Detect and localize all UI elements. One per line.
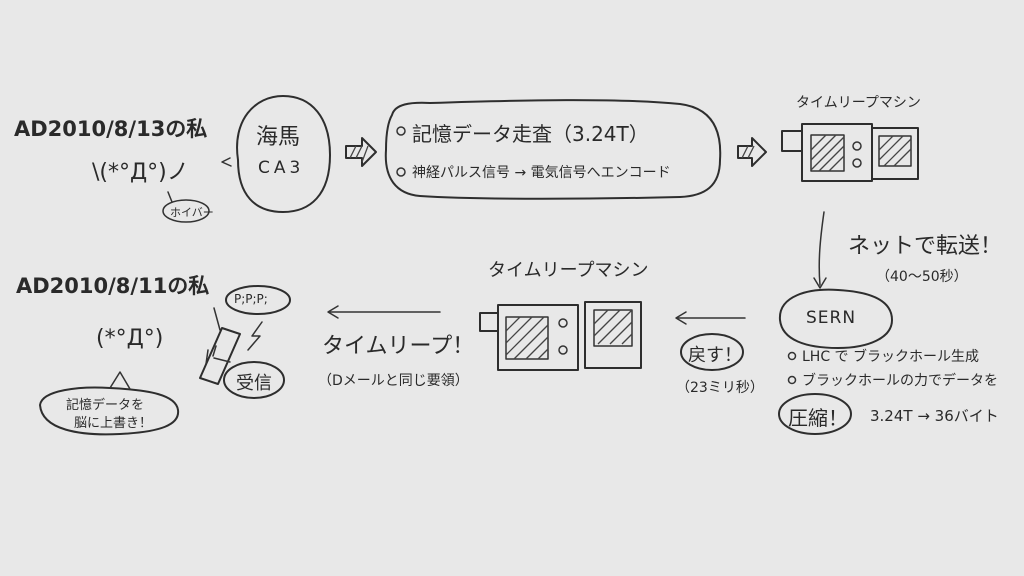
return-label: 戻す！ — [688, 345, 742, 366]
signal-bolt-icon — [247, 321, 263, 351]
bullet-1 — [396, 126, 406, 136]
arrow-left-return — [675, 311, 746, 325]
time-leap-note: （Dメールと同じ要領） — [318, 373, 469, 389]
time-leap-machine-middle — [479, 301, 642, 371]
face-bottom: (*°Д°) — [96, 326, 164, 351]
hippocampus-bubble — [236, 95, 331, 213]
receive-badge: 受信 — [236, 373, 272, 394]
machine-label-middle: タイムリープマシン — [488, 260, 649, 281]
return-time: （23ミリ秒） — [676, 380, 764, 396]
bullet-2 — [396, 167, 406, 177]
hippocampus-label: 海馬 — [256, 125, 301, 150]
sern-note-blackhole: ブラックホールの力でデータを — [802, 373, 998, 389]
process-cloud — [384, 99, 722, 200]
compress-badge: 圧縮！ — [788, 406, 848, 430]
arrow-left-leap — [327, 305, 441, 319]
phone-icon — [199, 307, 241, 385]
arrow-down-transfer — [813, 211, 827, 289]
face-tag: ホイバー — [170, 206, 214, 219]
process-item-scan: 記憶データ走査（3.24T） — [412, 122, 649, 146]
machine-label-top: タイムリープマシン — [796, 95, 921, 111]
sern-label: SERN — [806, 308, 857, 328]
process-item-encode: 神経パルス信号 → 電気信号へエンコード — [412, 165, 671, 181]
overwrite-bubble-tail — [109, 371, 131, 390]
compress-value: 3.24T → 36バイト — [870, 407, 999, 425]
sern-bullet-2 — [787, 375, 797, 385]
date-2010-8-11: AD2010/8/11の私 — [16, 274, 210, 298]
date-2010-8-13: AD2010/8/13の私 — [14, 117, 208, 141]
arrow-right-2 — [737, 137, 767, 167]
overwrite-line-2: 脳に上書き！ — [74, 416, 153, 431]
diagram-canvas: AD2010/8/13の私 \(*°Д°)ノ ホイバー 海馬 CA3 記憶データ… — [0, 0, 1024, 576]
sern-note-lhc: LHC で ブラックホール生成 — [802, 349, 980, 365]
overwrite-line-1: 記憶データを — [66, 398, 145, 413]
transfer-label: ネットで転送！ — [848, 234, 1003, 259]
arrow-right-1 — [345, 137, 377, 167]
time-leap-machine-top — [781, 123, 919, 182]
time-leap-label: タイムリープ！ — [322, 334, 475, 359]
ca3-label: CA3 — [258, 158, 305, 178]
sern-bullet-1 — [787, 351, 797, 361]
face-top: \(*°Д°)ノ — [92, 160, 189, 185]
transfer-time: （40～50秒） — [876, 269, 968, 285]
bubble-tail — [221, 157, 232, 167]
phone-sound: P;P;P; — [234, 292, 268, 306]
face-tag-pointer — [167, 191, 173, 203]
